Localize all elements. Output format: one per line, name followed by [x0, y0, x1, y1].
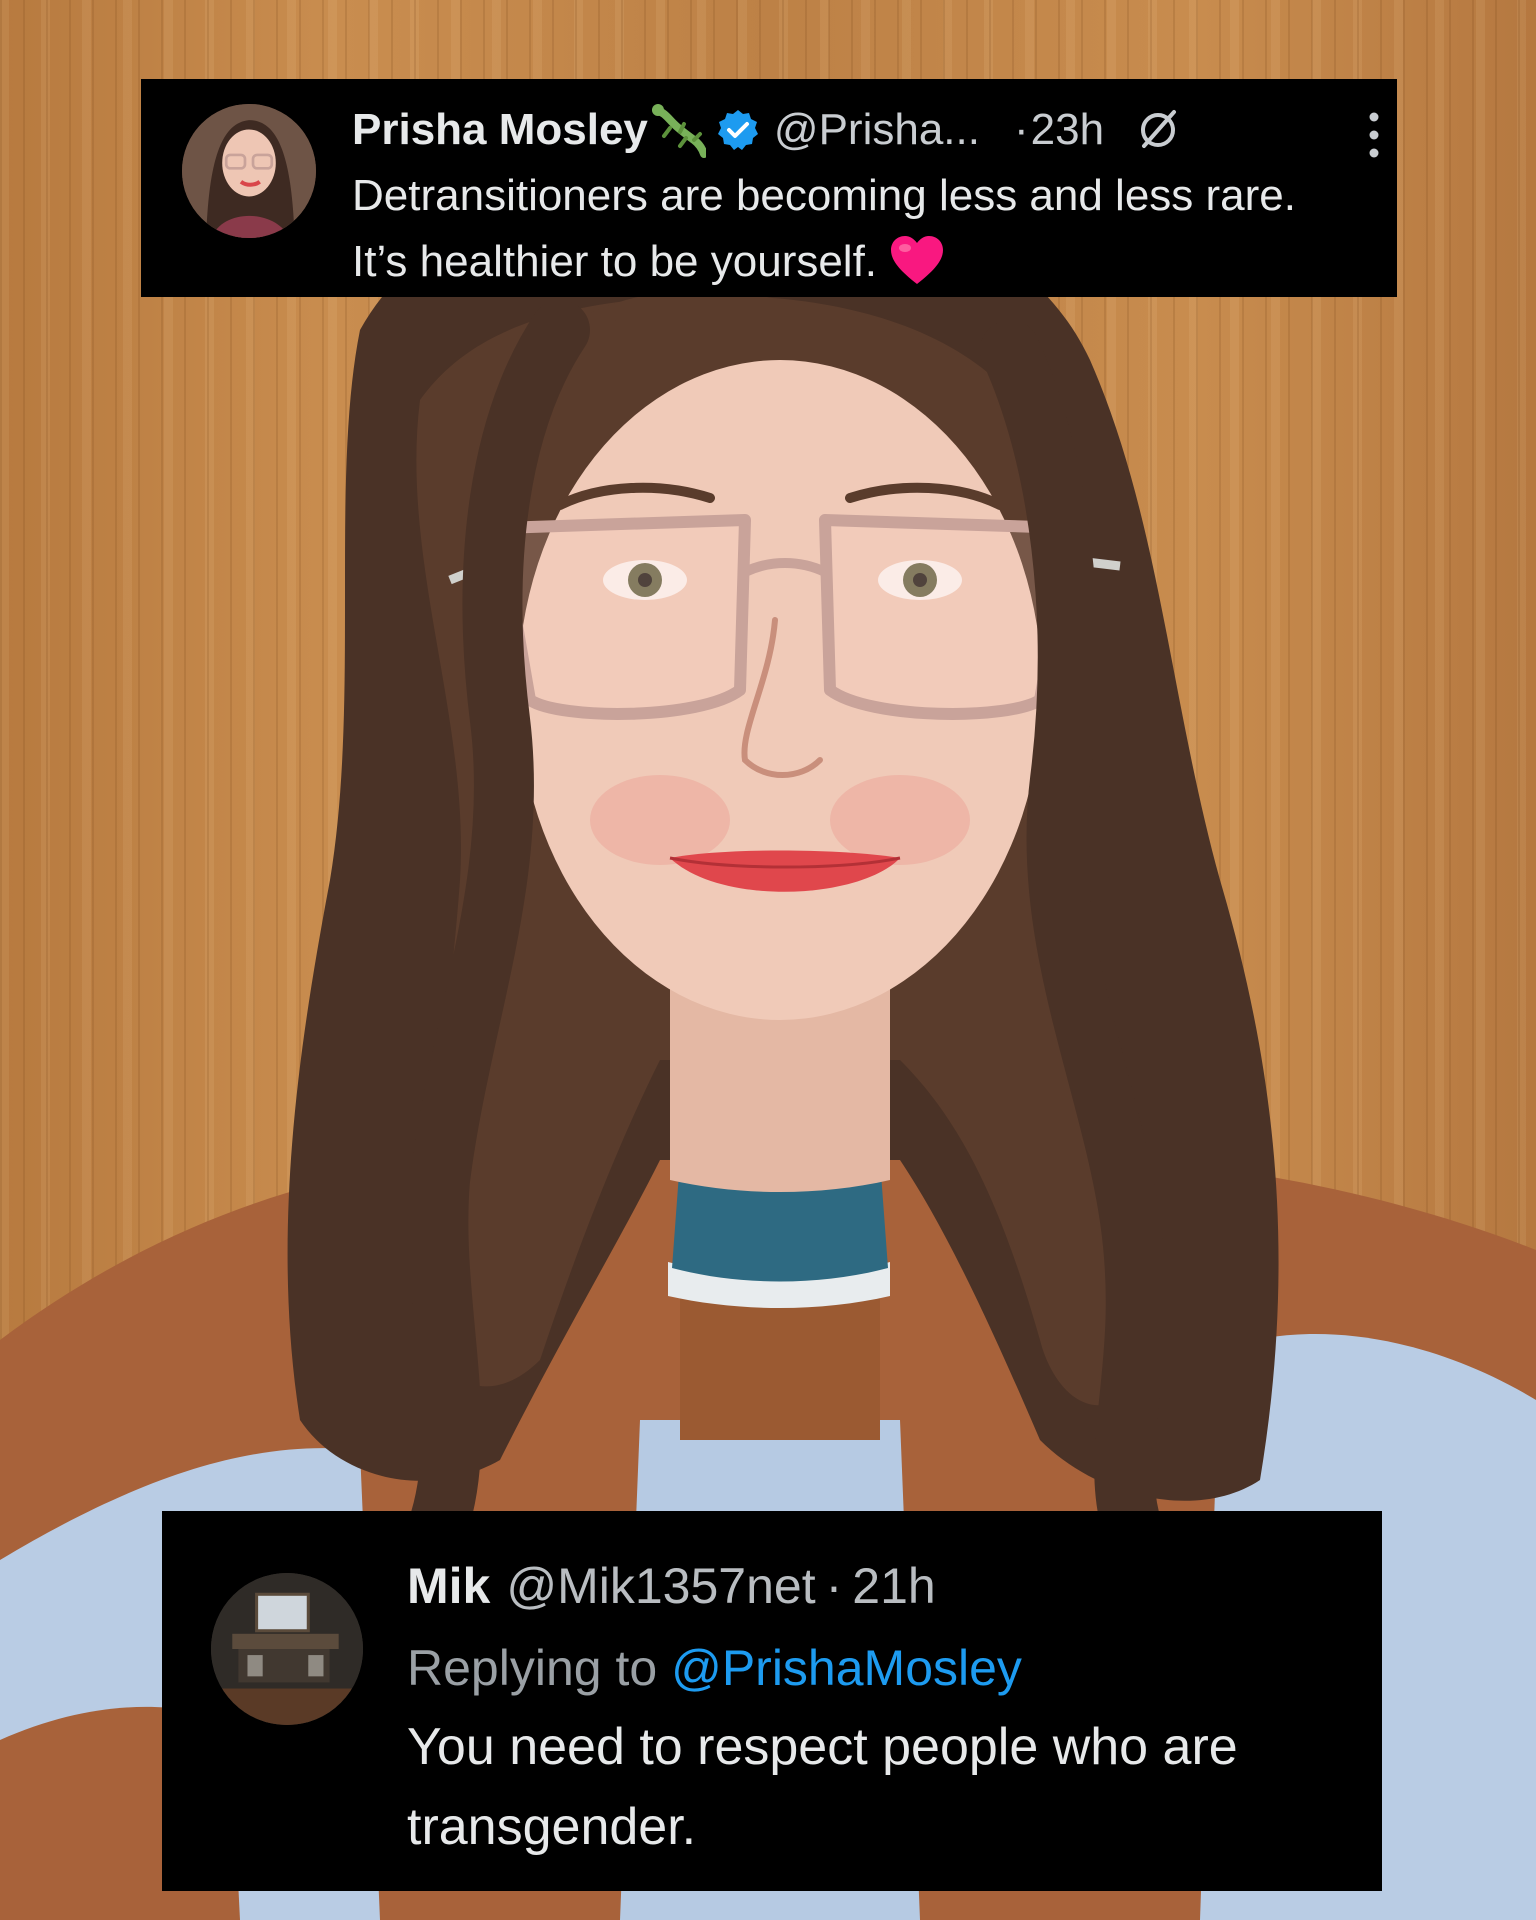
- tweet-timestamp[interactable]: 23h: [1031, 105, 1104, 155]
- more-vertical-icon[interactable]: [1367, 109, 1381, 161]
- display-name[interactable]: Mik: [407, 1557, 490, 1615]
- prisha-avatar[interactable]: [182, 104, 316, 238]
- separator-dot: ·: [1013, 105, 1029, 154]
- replying-to-mention-link[interactable]: @PrishaMosley: [671, 1640, 1022, 1696]
- tweet-header: Prisha Mosley @Prisha... · 23h: [352, 99, 1182, 161]
- reply-tweet-text: You need to respect people who are trans…: [407, 1718, 1238, 1856]
- original-tweet-card[interactable]: Prisha Mosley @Prisha... · 23h Detransit…: [141, 79, 1397, 297]
- user-handle[interactable]: @Mik1357net: [506, 1557, 815, 1615]
- reply-tweet-header: Mik @Mik1357net · 21h: [407, 1555, 936, 1617]
- tweet-text: Detransitioners are becoming less and le…: [352, 171, 1297, 286]
- mute-icon: [1134, 106, 1182, 154]
- avatar-image: [211, 1573, 363, 1725]
- replying-to-line: Replying to @PrishaMosley: [407, 1639, 1022, 1697]
- separator-dot: ·: [825, 1558, 843, 1614]
- user-handle[interactable]: @Prisha...: [774, 105, 980, 155]
- avatar-image: [182, 104, 316, 238]
- display-name[interactable]: Prisha Mosley: [352, 105, 648, 155]
- lizard-emoji-icon: [650, 102, 708, 158]
- mik-avatar[interactable]: [211, 1573, 363, 1725]
- verified-badge-icon: [716, 108, 760, 152]
- heart-emoji-icon: [889, 234, 945, 286]
- tweet-text-container: Detransitioners are becoming less and le…: [352, 163, 1362, 295]
- tweet-timestamp[interactable]: 21h: [852, 1557, 935, 1615]
- replying-to-label: Replying to: [407, 1640, 658, 1696]
- reply-tweet-card[interactable]: Mik @Mik1357net · 21h Replying to @Prish…: [162, 1511, 1382, 1891]
